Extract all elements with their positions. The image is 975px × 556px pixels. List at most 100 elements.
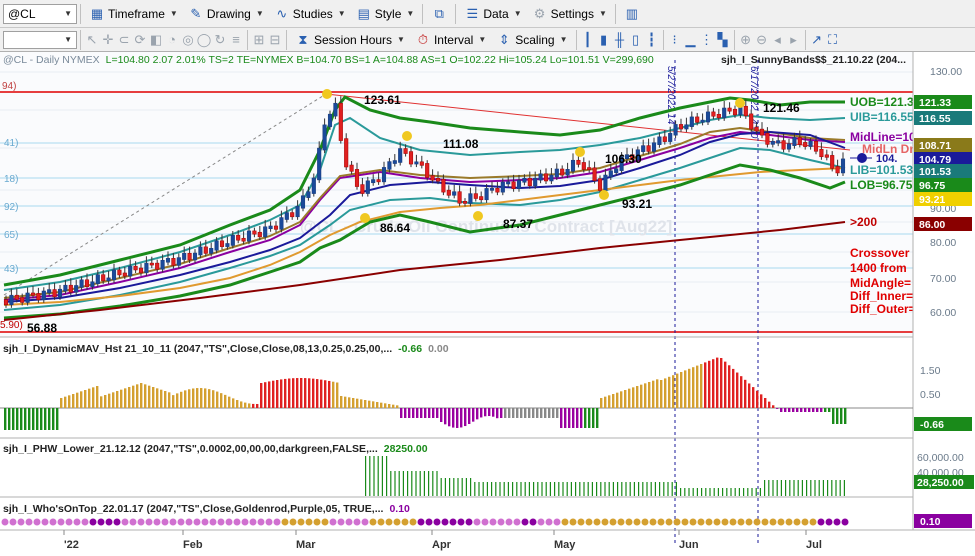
mav-bar — [252, 403, 255, 408]
price-label-high: 123.61 — [364, 93, 401, 107]
phw-bar — [642, 482, 644, 496]
grid-small-icon[interactable]: ⊟ — [267, 32, 283, 48]
renko-icon[interactable]: ▚ — [715, 32, 731, 48]
heikin-icon[interactable]: ⋮ — [699, 32, 715, 48]
ohlc-icon[interactable]: ╫ — [612, 32, 628, 48]
phw-bar — [743, 488, 745, 496]
who-dot — [465, 518, 473, 526]
candlestick-icon[interactable]: ▮ — [596, 32, 612, 48]
chevron-down-icon: ▼ — [337, 9, 346, 18]
chevron-down-icon[interactable]: ▼ — [64, 35, 72, 44]
candle-group-icon[interactable]: ┇ — [644, 32, 660, 48]
gauge-icon[interactable]: ◔ — [164, 32, 180, 48]
phw-bar — [482, 482, 484, 496]
lines-icon[interactable]: ≡ — [228, 32, 244, 48]
scroll-right-icon[interactable]: ▸ — [786, 32, 802, 48]
volume-bars-icon[interactable]: ▁ — [683, 32, 699, 48]
who-dot — [9, 518, 17, 526]
mav-bar — [528, 408, 531, 418]
target-icon[interactable]: ◎ — [180, 32, 196, 48]
sync-icon[interactable]: ⟳ — [132, 32, 148, 48]
mav-bar — [344, 396, 347, 408]
scroll-left-icon[interactable]: ◂ — [770, 32, 786, 48]
who-dot — [377, 518, 385, 526]
mav-bar — [220, 393, 223, 408]
panel-button[interactable]: ▥ — [619, 3, 645, 25]
magnet-icon[interactable]: ⊂ — [116, 32, 132, 48]
mav-bar — [656, 379, 659, 408]
mav-bar — [184, 390, 187, 408]
secondary-combobox[interactable]: ▼ — [3, 30, 77, 49]
drawing-button[interactable]: ✎ Drawing ▼ — [183, 3, 269, 25]
scaling-label: Scaling — [515, 32, 555, 47]
drawing-tool-icon[interactable]: ◧ — [148, 32, 164, 48]
style-icon: ▤ — [357, 5, 370, 21]
left-label: 5.90) — [0, 320, 23, 331]
price-badge-text: 93.21 — [919, 194, 945, 206]
mav-bar — [128, 387, 131, 408]
chart-area[interactable]: @CL - Crude Oil Continuous Contract [Aug… — [0, 52, 975, 556]
mav-bar — [516, 408, 519, 418]
interval-button[interactable]: ⏱ Interval ▼ — [410, 29, 491, 51]
mav-bar — [740, 376, 743, 408]
mav-bar — [340, 396, 343, 408]
mav-bar — [816, 408, 819, 412]
mav-bar — [76, 392, 79, 408]
mav-bar — [764, 398, 767, 408]
phw-bar — [764, 480, 766, 496]
mav-bar — [88, 388, 91, 408]
zoom-out-icon[interactable]: ⊖ — [754, 32, 770, 48]
phw-bar — [558, 482, 560, 496]
chevron-down-icon: ▼ — [397, 35, 405, 44]
who-dot — [265, 518, 273, 526]
phw-bar — [507, 482, 509, 496]
dot-chart-icon[interactable]: ⁝ — [667, 32, 683, 48]
phw-bar — [533, 482, 535, 496]
mav-bar — [772, 405, 775, 408]
mav-bar — [300, 378, 303, 408]
rotate-icon[interactable]: ↻ — [212, 32, 228, 48]
hollow-candle-icon[interactable]: ▯ — [628, 32, 644, 48]
bar-chart-icon[interactable]: ┃ — [580, 32, 596, 48]
timeframe-button[interactable]: ▦ Timeframe ▼ — [84, 3, 183, 25]
phw-bar — [381, 456, 383, 496]
mav-bar — [756, 390, 759, 408]
mav-bar — [224, 394, 227, 408]
who-dot — [225, 518, 233, 526]
phw-bar — [789, 480, 791, 496]
who-dot — [809, 518, 817, 526]
who-dot — [753, 518, 761, 526]
mav-bar — [144, 384, 147, 408]
fullscreen-icon[interactable]: ⛶ — [825, 32, 841, 48]
who-dot — [105, 518, 113, 526]
session-hours-button[interactable]: ⧗ Session Hours ▼ — [290, 29, 410, 51]
phw-bar — [608, 482, 610, 496]
zoom-in-icon[interactable]: ⊕ — [738, 32, 754, 48]
trend-chart-icon[interactable]: ↗ — [809, 32, 825, 48]
mav-bar — [616, 392, 619, 408]
studies-button[interactable]: ∿ Studies ▼ — [269, 3, 351, 25]
cursor-icon[interactable]: ↖ — [84, 32, 100, 48]
settings-button[interactable]: ⚙ Settings ▼ — [527, 3, 612, 25]
time-label: Mar — [296, 539, 316, 551]
mav-bar — [796, 408, 799, 412]
who-dot — [1, 518, 9, 526]
style-button[interactable]: ▤ Style ▼ — [351, 3, 420, 25]
scaling-button[interactable]: ⇕ Scaling ▼ — [491, 29, 572, 51]
link-button[interactable]: ⧉ — [426, 3, 452, 25]
grid-icon[interactable]: ⊞ — [251, 32, 267, 48]
pivot-dot — [473, 211, 483, 221]
phw-bar — [444, 478, 446, 496]
who-dot — [233, 518, 241, 526]
symbol-input[interactable]: @CL — [8, 7, 36, 21]
mav-bar — [124, 388, 127, 408]
midline-dn-label: MidLn Dn — [862, 142, 917, 156]
symbol-combobox[interactable]: @CL ▼ — [3, 3, 77, 24]
data-button[interactable]: ☰ Data ▼ — [459, 3, 526, 25]
chevron-down-icon[interactable]: ▼ — [64, 9, 72, 18]
ring-icon[interactable]: ◯ — [196, 32, 212, 48]
data-label: Data — [483, 6, 509, 21]
crosshair-icon[interactable]: ✛ — [100, 32, 116, 48]
price-label-may-low: 93.21 — [622, 197, 652, 211]
candle — [425, 160, 430, 181]
